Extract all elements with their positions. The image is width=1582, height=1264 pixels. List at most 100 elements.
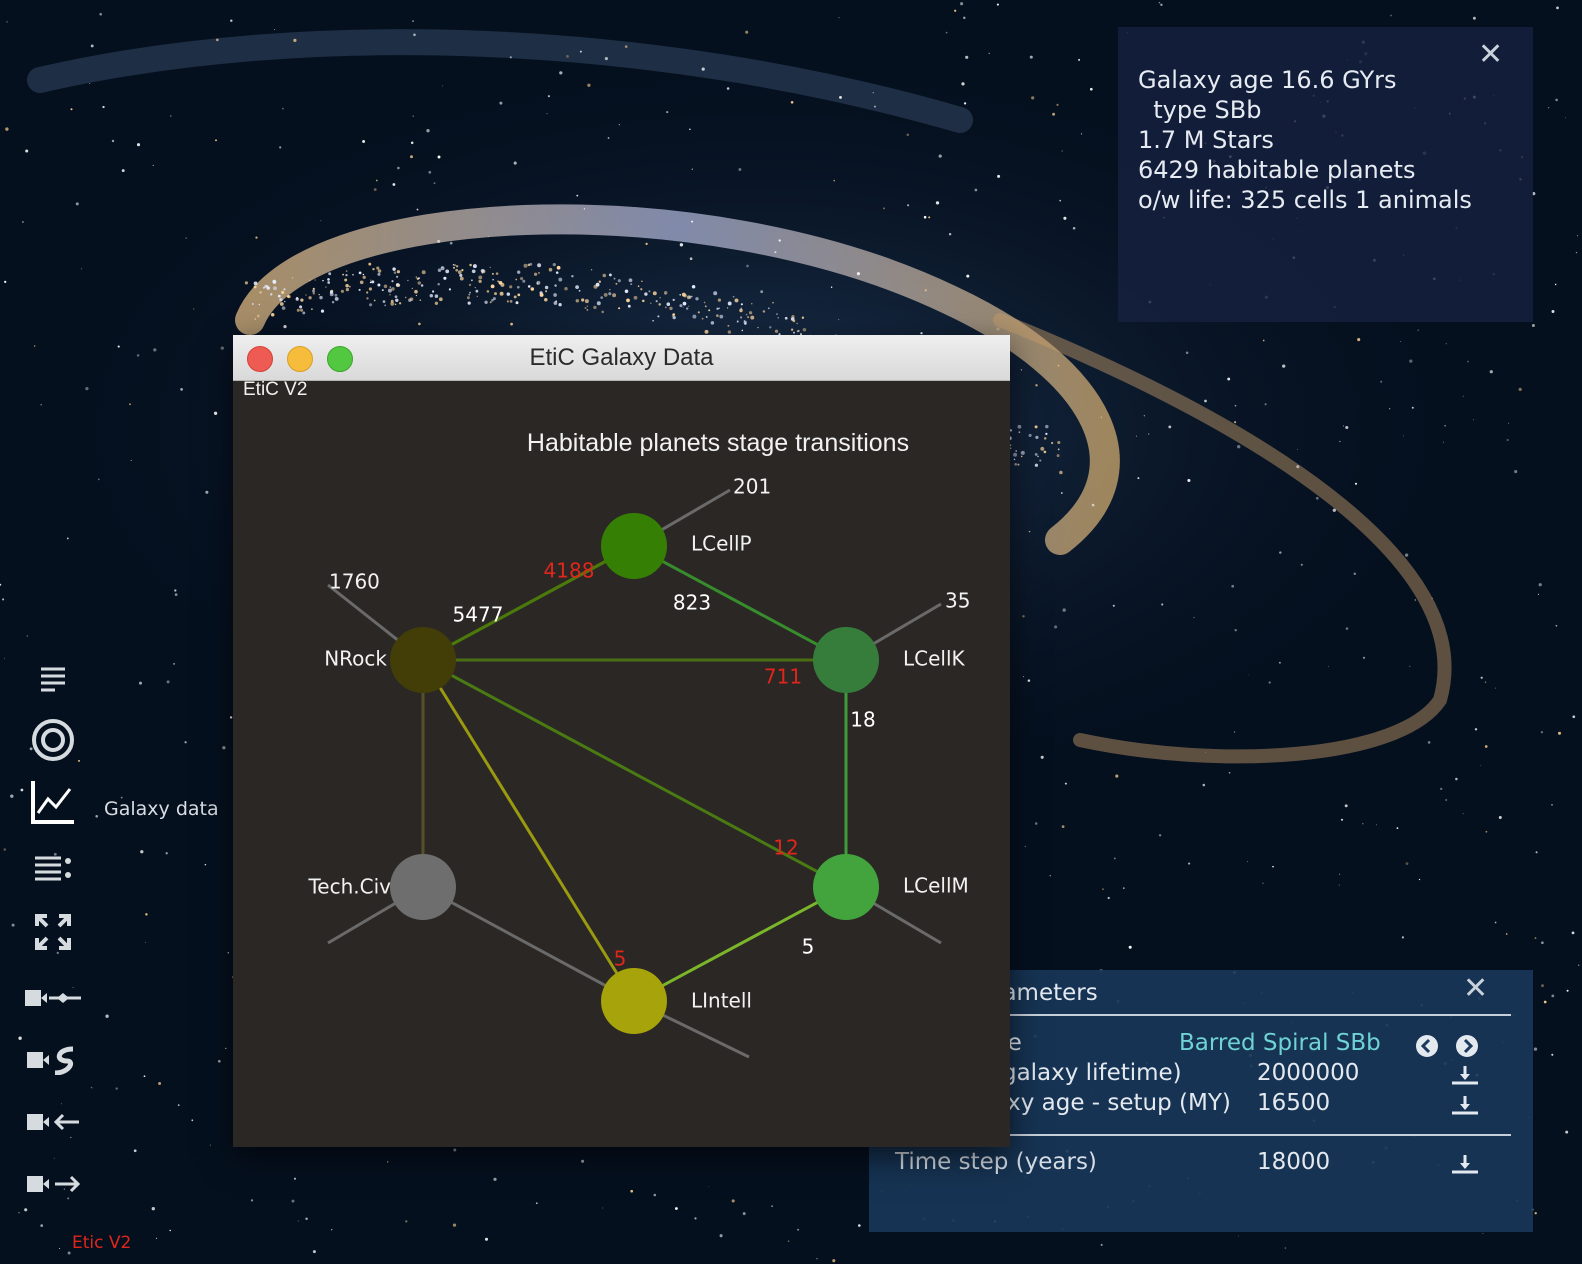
stage-node[interactable] [390, 627, 456, 693]
chart-icon[interactable] [22, 777, 84, 827]
star [6, 21, 8, 23]
star [734, 298, 739, 303]
star [547, 95, 550, 98]
close-icon[interactable]: ✕ [1463, 974, 1488, 1004]
star [1187, 478, 1191, 483]
star [669, 306, 673, 311]
star [584, 307, 587, 309]
star [145, 913, 148, 916]
camera-slider-icon[interactable] [22, 973, 84, 1023]
star [1043, 437, 1047, 440]
star [205, 490, 209, 494]
stage-node[interactable] [601, 968, 667, 1034]
edit-value-icon[interactable] [1451, 1153, 1479, 1175]
star [686, 307, 689, 310]
star [1037, 455, 1039, 458]
star [383, 284, 388, 289]
star [626, 298, 630, 303]
star [1017, 424, 1022, 429]
expand-arrows-icon[interactable] [22, 907, 84, 957]
star [1565, 1130, 1569, 1134]
star [441, 266, 443, 268]
star [376, 266, 380, 270]
star [185, 237, 187, 239]
lines-icon[interactable] [22, 655, 84, 705]
camera-spiral-icon[interactable] [22, 1035, 84, 1085]
star [1409, 359, 1413, 363]
chevron-left-icon[interactable] [1415, 1034, 1439, 1058]
star [1091, 503, 1095, 507]
star [166, 680, 170, 684]
star [1474, 728, 1478, 731]
close-icon[interactable]: ✕ [1478, 40, 1503, 70]
star [1059, 199, 1062, 202]
star [404, 296, 407, 299]
star [688, 295, 692, 299]
star [1390, 14, 1392, 17]
star [1063, 216, 1067, 220]
star [274, 28, 276, 30]
stage-node[interactable] [601, 513, 667, 579]
star [1577, 235, 1578, 237]
star [618, 307, 621, 310]
star [906, 133, 910, 137]
star [624, 45, 628, 48]
star [996, 327, 1000, 331]
star [555, 271, 559, 274]
stage-node-label: Tech.Civ [307, 875, 391, 899]
window-title: EtiC Galaxy Data [529, 344, 714, 371]
star [1035, 435, 1039, 439]
star [1028, 530, 1031, 533]
info-line-habitable: 6429 habitable planets [1138, 156, 1416, 184]
star [1015, 450, 1018, 452]
star [658, 303, 661, 306]
star [515, 301, 519, 305]
chevron-right-icon[interactable] [1455, 1034, 1479, 1058]
star [222, 746, 226, 750]
star [1315, 496, 1319, 500]
stage-node[interactable] [813, 627, 879, 693]
star [595, 282, 600, 287]
star [1113, 857, 1116, 860]
star [377, 269, 382, 273]
star [437, 239, 441, 243]
edit-value-icon[interactable] [1451, 1094, 1479, 1116]
star [598, 280, 601, 283]
star [923, 215, 927, 219]
star [10, 794, 14, 798]
edit-value-icon[interactable] [1451, 1064, 1479, 1086]
star [476, 295, 479, 298]
star [575, 299, 580, 303]
star [624, 289, 629, 294]
star [666, 111, 669, 114]
star [225, 1047, 227, 1050]
target-icon[interactable] [22, 715, 84, 765]
star [719, 314, 724, 319]
star [740, 316, 743, 319]
stage-node[interactable] [813, 854, 879, 920]
star [1161, 603, 1164, 606]
star [254, 318, 257, 320]
star [420, 284, 424, 287]
star [1078, 58, 1081, 61]
star [468, 293, 471, 296]
list-settings-icon[interactable] [22, 843, 84, 893]
star [617, 279, 621, 283]
star [391, 280, 394, 283]
star [566, 55, 569, 58]
star [344, 278, 348, 282]
camera-left-icon[interactable] [22, 1097, 84, 1147]
param-type-value[interactable]: Barred Spiral SBb [1179, 1030, 1381, 1056]
star [609, 288, 611, 291]
star [640, 288, 643, 291]
star [173, 662, 176, 665]
star [689, 128, 691, 130]
transition-edge [421, 659, 636, 1002]
window-titlebar[interactable]: EtiC Galaxy Data [233, 335, 1010, 381]
star [1551, 310, 1555, 313]
stage-node[interactable] [390, 854, 456, 920]
camera-right-icon[interactable] [22, 1159, 84, 1209]
galaxy-data-window: EtiC Galaxy Data EtiC V2 Habitable plane… [233, 335, 1010, 1147]
star [121, 169, 125, 173]
star [140, 850, 144, 854]
